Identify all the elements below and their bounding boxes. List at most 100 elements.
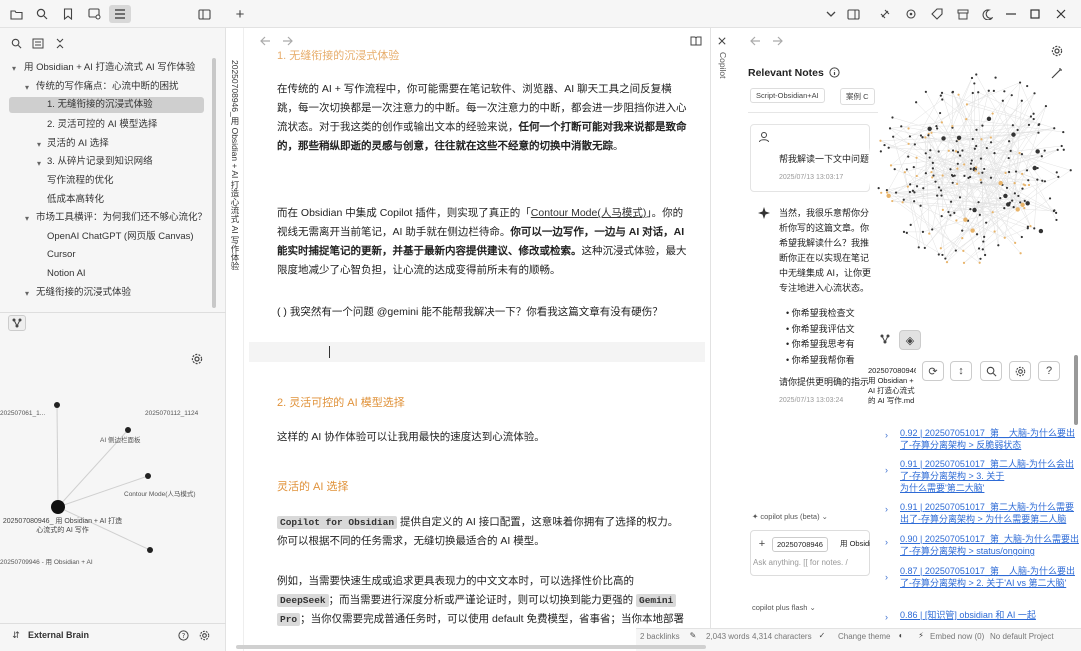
graph-node[interactable] bbox=[980, 138, 983, 141]
graph-node[interactable] bbox=[930, 170, 933, 174]
forward-arrow-icon[interactable] bbox=[280, 34, 294, 48]
graph-node[interactable] bbox=[956, 151, 960, 154]
graph-node[interactable] bbox=[905, 231, 908, 234]
folder-icon[interactable] bbox=[8, 6, 24, 22]
graph-node[interactable] bbox=[941, 174, 944, 177]
graph-node[interactable] bbox=[937, 150, 940, 153]
graph-node[interactable] bbox=[963, 163, 966, 166]
chevron-down-icon[interactable] bbox=[824, 6, 838, 22]
graph-node[interactable] bbox=[1023, 207, 1026, 210]
graph-node[interactable] bbox=[1007, 140, 1011, 143]
graph-node[interactable] bbox=[979, 157, 983, 160]
graph-node[interactable] bbox=[981, 124, 984, 127]
outline-item[interactable]: 写作流程的优化 bbox=[47, 173, 212, 189]
graph-node[interactable] bbox=[1069, 169, 1072, 172]
graph-node[interactable] bbox=[1017, 194, 1020, 198]
similar-note[interactable]: 0.90 | 202507051017_第_大脑-为什么需要出了-存算分离架构 … bbox=[900, 533, 1080, 557]
outline-item[interactable]: Cursor bbox=[47, 247, 212, 263]
graph-node[interactable] bbox=[970, 76, 974, 80]
graph-node[interactable] bbox=[1048, 197, 1052, 200]
graph-node[interactable] bbox=[985, 146, 988, 150]
similar-note[interactable]: 0.91 | 202507051017_第二大脑-为什么需要出了-存算分离架构 … bbox=[900, 501, 1080, 525]
graph-node[interactable] bbox=[1043, 180, 1047, 183]
gear-icon[interactable] bbox=[198, 629, 210, 641]
global-graph[interactable] bbox=[866, 60, 1081, 275]
graph-node[interactable] bbox=[879, 139, 882, 142]
graph-node[interactable] bbox=[915, 156, 918, 159]
graph-node[interactable] bbox=[999, 197, 1002, 200]
graph-node[interactable] bbox=[963, 174, 966, 178]
graph-node[interactable] bbox=[1014, 241, 1017, 245]
graph-node[interactable] bbox=[1003, 236, 1006, 239]
search-icon[interactable] bbox=[9, 36, 23, 50]
graph-node[interactable] bbox=[1025, 201, 1030, 206]
gear-icon[interactable] bbox=[1009, 361, 1031, 381]
scrollbar[interactable] bbox=[1074, 355, 1078, 425]
graph-node[interactable] bbox=[919, 204, 922, 207]
graph-node[interactable] bbox=[957, 93, 960, 96]
model-selector-2[interactable]: copilot plus flash ⌄ bbox=[752, 603, 816, 612]
search-icon[interactable] bbox=[34, 6, 50, 22]
graph-node[interactable] bbox=[961, 237, 964, 240]
graph-node[interactable] bbox=[1006, 202, 1011, 207]
search-icon[interactable] bbox=[980, 361, 1002, 381]
plugin-icon[interactable] bbox=[878, 6, 892, 22]
graph-node[interactable] bbox=[1026, 84, 1029, 88]
graph-node[interactable] bbox=[997, 244, 1000, 247]
graph-node[interactable] bbox=[956, 135, 962, 141]
outline-list-icon[interactable] bbox=[31, 36, 45, 50]
graph-node[interactable] bbox=[1011, 132, 1016, 137]
graph-node[interactable] bbox=[936, 194, 939, 197]
close-icon[interactable] bbox=[716, 35, 728, 47]
graph-node[interactable] bbox=[975, 233, 979, 236]
vault-name[interactable]: External Brain bbox=[28, 630, 89, 640]
graph-node[interactable] bbox=[1055, 171, 1058, 174]
graph-node[interactable] bbox=[941, 136, 946, 141]
graph-node[interactable] bbox=[931, 176, 934, 179]
graph-node[interactable] bbox=[980, 181, 983, 184]
graph-node[interactable] bbox=[1038, 123, 1041, 126]
graph-node[interactable] bbox=[979, 257, 982, 260]
graph-node[interactable] bbox=[986, 116, 992, 122]
graph-node[interactable] bbox=[909, 223, 912, 227]
graph-node[interactable] bbox=[991, 211, 994, 214]
graph-node[interactable] bbox=[1001, 99, 1004, 102]
graph-node[interactable] bbox=[917, 246, 920, 249]
graph-node[interactable] bbox=[913, 191, 916, 194]
graph-node[interactable] bbox=[969, 167, 972, 170]
graph-node[interactable] bbox=[893, 168, 896, 171]
graph-node[interactable] bbox=[947, 149, 950, 152]
internal-link[interactable]: Contour Mode(人马模式) bbox=[531, 207, 647, 219]
graph-node[interactable] bbox=[978, 213, 981, 216]
archive-icon[interactable] bbox=[956, 6, 970, 22]
graph-node[interactable] bbox=[1032, 112, 1035, 115]
graph-node[interactable] bbox=[965, 103, 969, 106]
graph-node[interactable] bbox=[989, 136, 992, 139]
outline-item[interactable]: OpenAI ChatGPT (网页版 Canvas) bbox=[47, 229, 212, 245]
moon-icon[interactable]: ◐ bbox=[896, 630, 906, 640]
outline-item[interactable]: 市场工具横评：为何我们还不够心流化？ bbox=[36, 210, 212, 226]
graph-node[interactable] bbox=[1003, 193, 1008, 199]
graph-node[interactable] bbox=[955, 140, 958, 143]
graph-node[interactable] bbox=[1010, 94, 1013, 97]
collapse-all-icon[interactable] bbox=[53, 36, 67, 50]
copilot-tab[interactable]: Copilot bbox=[714, 52, 728, 78]
graph-node[interactable] bbox=[1037, 131, 1040, 134]
graph-node[interactable] bbox=[989, 141, 993, 144]
graph-node[interactable] bbox=[1012, 206, 1015, 209]
minimize-icon[interactable] bbox=[1004, 6, 1018, 22]
gear-icon[interactable] bbox=[1050, 44, 1064, 58]
graph-node[interactable] bbox=[885, 189, 888, 192]
similar-note[interactable]: 0.86 | [知识管] obsidian 和 AI 一起 bbox=[900, 609, 1080, 623]
graph-node[interactable] bbox=[903, 171, 906, 174]
graph-node[interactable] bbox=[1032, 165, 1037, 171]
vault-switch-icon[interactable]: ⇵ bbox=[10, 629, 22, 641]
graph-node[interactable] bbox=[991, 112, 994, 115]
graph-node[interactable] bbox=[921, 230, 925, 233]
info-icon[interactable] bbox=[828, 66, 840, 78]
task-line[interactable]: ( ) 我突然有一个问题 @gemini 能不能帮我解决一下？你看我这篇文章有没… bbox=[277, 303, 687, 322]
graph-node[interactable] bbox=[975, 73, 978, 76]
graph-node[interactable] bbox=[1021, 172, 1024, 175]
graph-node[interactable] bbox=[888, 127, 892, 130]
graph-node[interactable] bbox=[928, 156, 931, 159]
